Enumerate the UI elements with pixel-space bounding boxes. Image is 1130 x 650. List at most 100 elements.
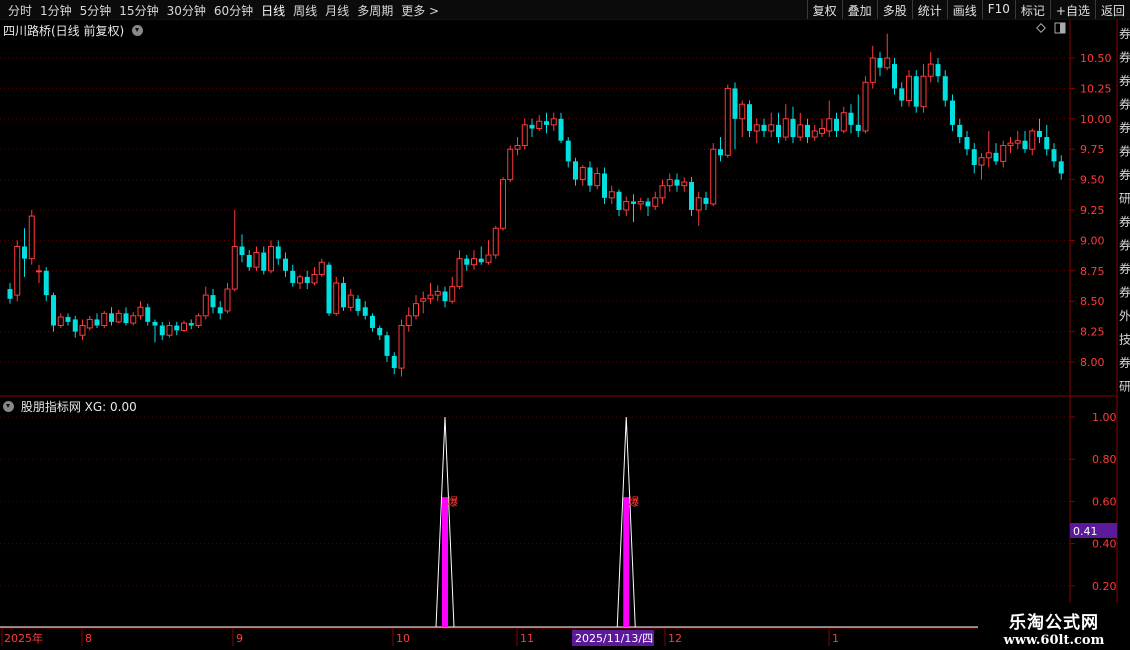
candle xyxy=(602,167,607,204)
candle xyxy=(318,258,325,277)
candle xyxy=(471,250,477,270)
candle xyxy=(689,177,694,217)
watermark-title: 乐淘公式网 xyxy=(1009,613,1099,633)
time-label-jan: 1 xyxy=(832,632,839,645)
candle xyxy=(28,210,35,265)
candle xyxy=(985,130,992,168)
candle xyxy=(971,143,977,174)
strip-char: 券 xyxy=(1119,214,1130,229)
candle xyxy=(608,185,615,204)
strip-char: 券 xyxy=(1119,50,1130,65)
price-tick-label: 10.00 xyxy=(1080,113,1112,126)
candle xyxy=(166,321,173,338)
candle xyxy=(391,352,397,375)
candle xyxy=(666,173,673,192)
candle xyxy=(478,246,484,265)
signal-bar xyxy=(442,497,448,627)
candle xyxy=(115,309,122,324)
candle xyxy=(892,58,897,95)
time-label-nov: 11 xyxy=(520,632,534,645)
strip-char: 外 xyxy=(1119,309,1130,323)
price-tick-label: 8.50 xyxy=(1080,295,1105,308)
candle xyxy=(86,315,93,331)
candle xyxy=(877,51,883,77)
candle xyxy=(51,292,56,332)
signal-spike: 爆 xyxy=(435,416,458,628)
candle xyxy=(398,319,405,377)
candle xyxy=(645,197,651,217)
indicator-tick-label: 0.20 xyxy=(1092,580,1117,593)
candle xyxy=(311,267,318,286)
candle xyxy=(1051,143,1057,168)
price-axis: 10.50 10.25 10.00 9.75 9.50 9.25 9.00 8.75 8.50 8… xyxy=(1070,52,1112,369)
candle xyxy=(137,301,144,320)
candle xyxy=(268,240,274,274)
candle xyxy=(1058,155,1064,180)
strip-char: 研 xyxy=(1119,380,1130,394)
candle xyxy=(224,282,231,314)
diamond-icon[interactable] xyxy=(1036,23,1046,33)
candle xyxy=(500,177,506,231)
candle xyxy=(587,161,593,192)
candle xyxy=(326,262,332,316)
candle xyxy=(370,313,375,332)
candle xyxy=(290,264,296,287)
candle xyxy=(188,319,194,330)
candle xyxy=(377,325,383,341)
strip-char: 券 xyxy=(1119,97,1130,112)
candle xyxy=(637,197,644,210)
candle xyxy=(347,289,354,311)
candle xyxy=(573,157,578,186)
candle xyxy=(942,70,948,107)
strip-char: 券 xyxy=(1119,26,1130,41)
candle xyxy=(811,124,818,141)
time-label-aug: 8 xyxy=(85,632,92,645)
candle xyxy=(485,240,492,265)
candle xyxy=(246,250,252,271)
candle xyxy=(22,228,27,277)
candle xyxy=(1044,124,1050,156)
window-icon[interactable] xyxy=(1054,22,1066,34)
candle xyxy=(768,112,775,138)
candle xyxy=(65,313,71,326)
candle xyxy=(427,282,434,304)
indicator-series: 爆爆 xyxy=(0,416,1070,628)
candle xyxy=(616,189,622,217)
grid-lines xyxy=(0,57,1070,587)
candle xyxy=(413,295,419,320)
candle xyxy=(536,115,543,131)
candle xyxy=(913,70,919,113)
candle xyxy=(710,143,717,207)
candle xyxy=(217,301,223,320)
candle xyxy=(906,70,912,107)
strip-char: 券 xyxy=(1119,355,1130,370)
strip-char: 券 xyxy=(1119,167,1130,182)
candle xyxy=(492,225,499,259)
price-tick-label: 8.75 xyxy=(1080,265,1105,278)
candle xyxy=(304,270,310,290)
indicator-value-label: 0.41 xyxy=(1073,525,1098,538)
candle xyxy=(442,286,448,308)
candle xyxy=(355,295,361,316)
candle xyxy=(57,313,64,328)
candle xyxy=(456,250,463,290)
time-label-oct: 10 xyxy=(396,632,410,645)
signal-label: 爆 xyxy=(628,494,639,508)
candle xyxy=(978,152,985,180)
candle xyxy=(1022,130,1028,153)
candle xyxy=(514,137,521,156)
time-label-year: 2025年 xyxy=(4,631,43,645)
candle xyxy=(297,274,303,290)
candle xyxy=(529,118,535,138)
price-tick-label: 8.25 xyxy=(1080,326,1105,339)
strip-char: 研 xyxy=(1119,192,1130,206)
candle xyxy=(695,191,702,226)
candlestick-series xyxy=(7,33,1064,377)
candle xyxy=(761,118,767,138)
indicator-tick-label: 0.80 xyxy=(1092,453,1117,466)
candle xyxy=(544,112,549,134)
candle xyxy=(739,100,746,138)
price-tick-label: 9.00 xyxy=(1080,234,1105,247)
candle xyxy=(782,104,789,141)
chart-canvas[interactable]: 爆爆 10.5010.2510.009.759.509.259.008.758.… xyxy=(0,0,1130,650)
